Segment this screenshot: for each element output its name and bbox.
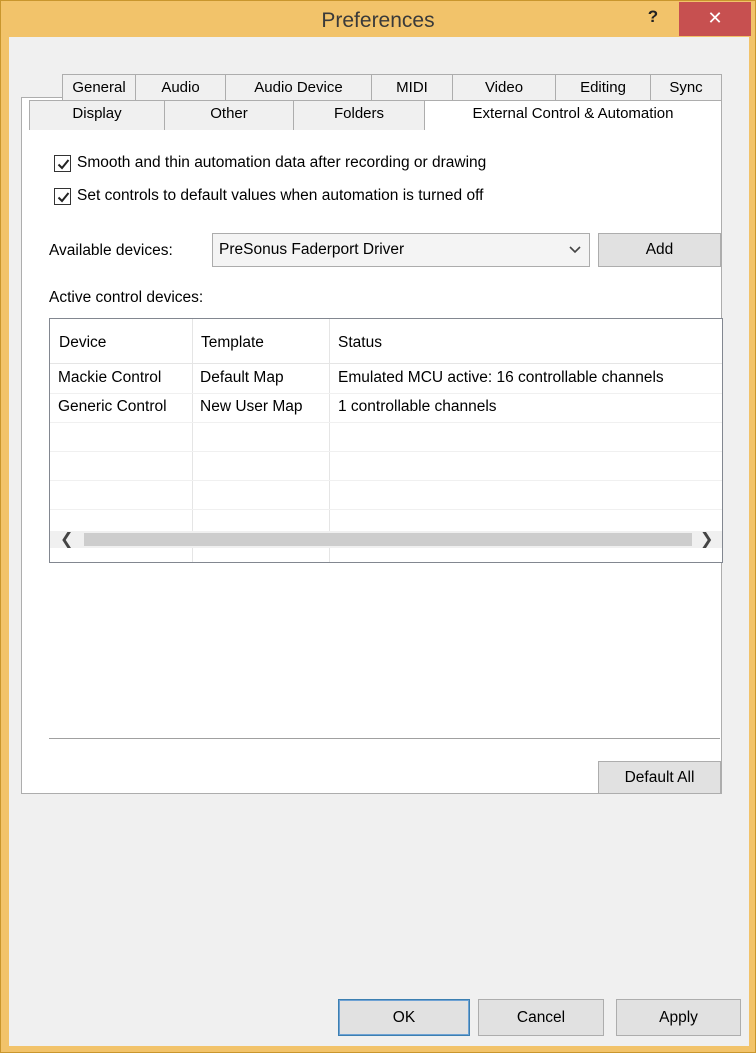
tab-external-control-automation[interactable]: External Control & Automation [424,100,722,130]
smooth-automation-checkbox[interactable] [54,155,71,172]
apply-button[interactable]: Apply [616,999,741,1036]
checkmark-icon [57,192,70,203]
available-devices-value: PreSonus Faderport Driver [219,241,405,258]
tab-sync[interactable]: Sync [650,74,722,100]
help-button[interactable]: ? [633,5,673,33]
device-cell: Mackie Control [58,369,162,386]
separator-line [49,738,720,739]
tab-display[interactable]: Display [29,100,165,130]
tab-audio-device[interactable]: Audio Device [225,74,372,100]
column-header-status[interactable]: Status [329,319,722,364]
template-cell: Default Map [200,369,284,386]
cancel-button[interactable]: Cancel [478,999,604,1036]
default-values-label: Set controls to default values when auto… [77,187,484,204]
template-cell: New User Map [200,398,303,415]
horizontal-scrollbar[interactable]: ❮ ❯ [50,531,722,548]
scrollbar-thumb[interactable] [84,533,692,546]
available-devices-select[interactable]: PreSonus Faderport Driver [212,233,590,267]
active-devices-label: Active control devices: [49,289,204,306]
status-cell: 1 controllable channels [338,398,497,415]
active-devices-list[interactable]: Device Template Status Mackie Control De… [49,318,723,563]
list-header: Device Template Status [50,319,722,364]
tab-midi[interactable]: MIDI [371,74,453,100]
tab-video[interactable]: Video [452,74,556,100]
empty-row [50,423,722,452]
tab-audio[interactable]: Audio [135,74,226,100]
title-bar[interactable]: Preferences ? ✕ [1,1,755,37]
column-header-template[interactable]: Template [192,319,329,364]
close-button[interactable]: ✕ [679,2,751,36]
checkmark-icon [57,159,70,170]
tab-general[interactable]: General [62,74,136,100]
chevron-left-icon[interactable]: ❮ [60,531,74,548]
chevron-down-icon [569,246,581,254]
device-cell: Generic Control [58,398,167,415]
column-header-device[interactable]: Device [50,319,192,364]
tab-folders[interactable]: Folders [293,100,425,130]
table-row[interactable]: Mackie Control Default Map Emulated MCU … [50,365,722,394]
empty-row [50,481,722,510]
available-devices-label: Available devices: [49,242,173,259]
tab-editing[interactable]: Editing [555,74,651,100]
chevron-right-icon[interactable]: ❯ [700,531,714,548]
tab-other[interactable]: Other [164,100,294,130]
ok-button[interactable]: OK [338,999,470,1036]
smooth-automation-label: Smooth and thin automation data after re… [77,154,487,171]
status-cell: Emulated MCU active: 16 controllable cha… [338,369,664,386]
default-values-checkbox[interactable] [54,188,71,205]
table-row[interactable]: Generic Control New User Map 1 controlla… [50,394,722,423]
preferences-window: Preferences ? ✕ General Audio Audio Devi… [0,0,756,1053]
add-device-button[interactable]: Add [598,233,721,267]
default-all-button[interactable]: Default All [598,761,721,794]
empty-row [50,452,722,481]
